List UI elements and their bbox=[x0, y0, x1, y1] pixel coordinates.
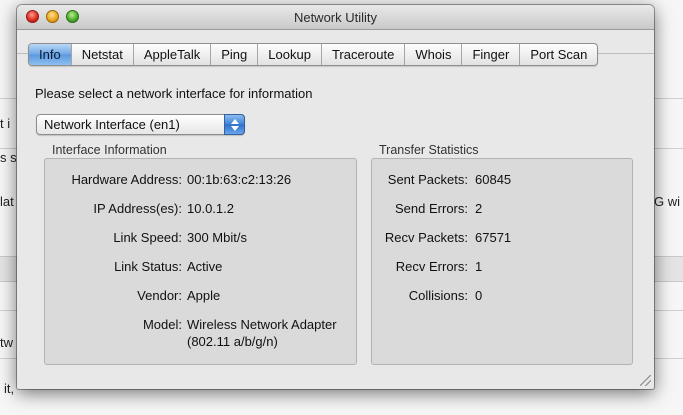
background-text: lat bbox=[0, 194, 14, 209]
link-status-value: Active bbox=[187, 259, 223, 274]
network-utility-window: Network Utility Info Netstat AppleTalk P… bbox=[17, 5, 654, 389]
tab-lookup[interactable]: Lookup bbox=[257, 44, 321, 65]
ip-address-label: IP Address(es): bbox=[93, 201, 182, 216]
vendor-label: Vendor: bbox=[137, 288, 182, 303]
window-title: Network Utility bbox=[293, 10, 378, 25]
vendor-value: Apple bbox=[187, 288, 221, 303]
up-down-arrows-icon bbox=[224, 114, 245, 135]
interface-info-panel: Hardware Address: 00:1b:63:c2:13:26 IP A… bbox=[44, 158, 357, 365]
tab-netstat[interactable]: Netstat bbox=[70, 44, 133, 65]
collisions-value: 0 bbox=[475, 288, 483, 303]
background-text: G wi bbox=[654, 194, 680, 209]
tab-whois[interactable]: Whois bbox=[404, 44, 461, 65]
recv-packets-label: Recv Packets: bbox=[384, 230, 468, 245]
background-text: s s bbox=[0, 150, 17, 165]
resize-grip-icon[interactable] bbox=[640, 375, 651, 386]
select-value: Network Interface (en1) bbox=[44, 117, 180, 132]
tab-appletalk[interactable]: AppleTalk bbox=[132, 44, 210, 65]
background-text: it, bbox=[4, 381, 15, 396]
send-errors-value: 2 bbox=[475, 201, 483, 216]
network-interface-select[interactable]: Network Interface (en1) bbox=[36, 114, 245, 135]
background-text: t i bbox=[0, 116, 11, 131]
link-status-label: Link Status: bbox=[114, 259, 182, 274]
model-value-line2: (802.11 a/b/g/n) bbox=[187, 334, 278, 349]
model-value-line1: Wireless Network Adapter bbox=[187, 317, 337, 332]
tab-finger[interactable]: Finger bbox=[461, 44, 519, 65]
transfer-stats-title: Transfer Statistics bbox=[379, 143, 479, 157]
sent-packets-value: 60845 bbox=[475, 172, 512, 187]
collisions-label: Collisions: bbox=[408, 288, 468, 303]
interface-prompt: Please select a network interface for in… bbox=[35, 86, 313, 101]
tab-ping[interactable]: Ping bbox=[210, 44, 257, 65]
tab-traceroute[interactable]: Traceroute bbox=[320, 44, 404, 65]
transfer-stats-panel: Sent Packets: 60845 Send Errors: 2 Recv … bbox=[371, 158, 633, 365]
recv-errors-label: Recv Errors: bbox=[395, 259, 468, 274]
tab-port-scan[interactable]: Port Scan bbox=[519, 44, 597, 65]
link-speed-label: Link Speed: bbox=[113, 230, 182, 245]
ip-address-value: 10.0.1.2 bbox=[187, 201, 234, 216]
link-speed-value: 300 Mbit/s bbox=[187, 230, 247, 245]
title-bar[interactable]: Network Utility bbox=[17, 5, 654, 30]
recv-errors-value: 1 bbox=[475, 259, 483, 274]
hardware-address-label: Hardware Address: bbox=[71, 172, 182, 187]
tab-info[interactable]: Info bbox=[29, 44, 71, 65]
sent-packets-label: Sent Packets: bbox=[387, 172, 468, 187]
background-text: tw bbox=[0, 335, 13, 350]
tab-bar: Info Netstat AppleTalk Ping Lookup Trace… bbox=[28, 43, 599, 66]
interface-info-title: Interface Information bbox=[52, 143, 167, 157]
send-errors-label: Send Errors: bbox=[395, 201, 468, 216]
recv-packets-value: 67571 bbox=[475, 230, 512, 245]
model-label: Model: bbox=[142, 317, 182, 332]
hardware-address-value: 00:1b:63:c2:13:26 bbox=[187, 172, 292, 187]
